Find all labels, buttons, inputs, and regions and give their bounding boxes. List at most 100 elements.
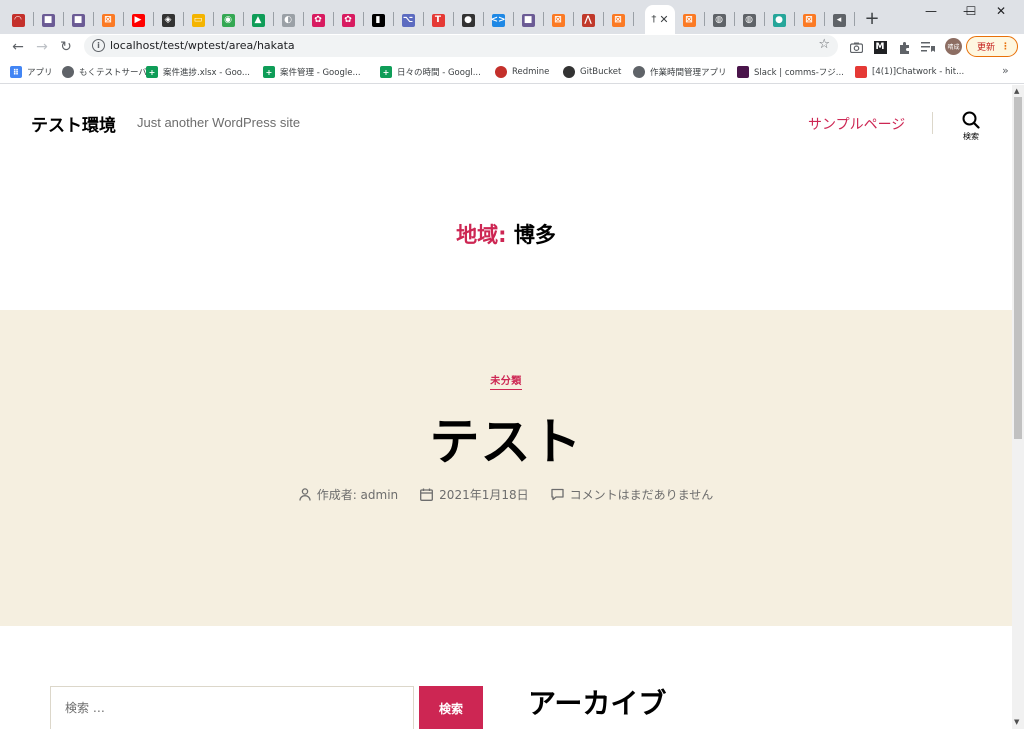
bookmark-star-icon[interactable]: ☆	[818, 37, 830, 52]
browser-tab[interactable]: ⊠	[544, 8, 572, 32]
post-author: 作成者: admin	[299, 486, 398, 503]
redmine-icon: ◠	[11, 13, 25, 27]
browser-tab[interactable]: ⊠	[795, 8, 823, 32]
browser-tab[interactable]: <>	[484, 8, 512, 32]
bookmark-label: 案件進捗.xlsx - Goo...	[163, 68, 250, 78]
green-circle-icon: ◉	[221, 13, 235, 27]
bookmark-label: Slack | comms-フジ...	[754, 68, 844, 78]
bookmark-item[interactable]: Slack | comms-フジ...	[737, 65, 844, 79]
browser-tab[interactable]: ✿	[334, 8, 362, 32]
post-date-text[interactable]: 2021年1月18日	[439, 486, 528, 503]
browser-tab[interactable]: ⋀	[574, 8, 602, 32]
tab-active[interactable]: † ✕	[645, 5, 675, 34]
browser-tab[interactable]: ◍	[705, 8, 733, 32]
tab-close-icon[interactable]: ✕	[659, 13, 668, 26]
browser-tab[interactable]: T	[424, 8, 452, 32]
scroll-up-icon[interactable]: ▲	[1014, 87, 1019, 95]
browser-tab[interactable]: ■	[514, 8, 542, 32]
m-extension-icon[interactable]: M	[873, 40, 887, 54]
update-label: 更新	[977, 43, 996, 53]
browser-tab[interactable]: ◐	[274, 8, 302, 32]
post-comments: コメントはまだありません	[550, 486, 714, 503]
close-window-icon[interactable]: ✕	[978, 0, 1024, 22]
forward-icon[interactable]: →	[32, 37, 52, 57]
puzzle-icon[interactable]	[897, 40, 911, 54]
site-title[interactable]: テスト環境	[31, 111, 116, 136]
browser-tab[interactable]: ▭	[184, 8, 212, 32]
archive-prefix: 地域:	[456, 223, 507, 247]
reading-list-icon[interactable]	[921, 40, 935, 54]
search-toggle-label: 検索	[963, 132, 979, 141]
browser-tab[interactable]: ▲	[244, 8, 272, 32]
fork-icon: ⌥	[401, 13, 415, 27]
browser-tab[interactable]: ⊠	[94, 8, 122, 32]
browser-tab[interactable]: ▶	[124, 8, 152, 32]
browser-tab[interactable]: ✿	[304, 8, 332, 32]
bookmark-item[interactable]: + 日々の時間 - Googl...	[380, 65, 481, 79]
box-icon: ■	[41, 13, 55, 27]
browser-tab[interactable]: ⌥	[394, 8, 422, 32]
browser-toolbar: ← → ↻ i localhost/test/wptest/area/hakat…	[0, 34, 1024, 60]
archive-term: 博多	[513, 223, 556, 247]
apps-icon: ⠿	[10, 66, 22, 78]
update-button[interactable]: 更新 ⋮	[966, 36, 1018, 57]
slack-icon	[737, 66, 749, 78]
post-author-text[interactable]: 作成者: admin	[317, 486, 398, 503]
post-category-link[interactable]: 未分類	[490, 376, 522, 390]
browser-tab[interactable]: ▮	[364, 8, 392, 32]
sheets-icon: +	[263, 66, 275, 78]
redmine-icon	[495, 66, 507, 78]
address-bar[interactable]: i localhost/test/wptest/area/hakata ☆	[84, 35, 838, 57]
browser-tab[interactable]: ◈	[154, 8, 182, 32]
search-submit-button[interactable]: 検索	[419, 686, 483, 729]
url-text[interactable]: localhost/test/wptest/area/hakata	[110, 39, 295, 52]
browser-tab[interactable]: ●	[454, 8, 482, 32]
nav-link-sample-page[interactable]: サンプルページ	[808, 114, 905, 134]
globe-icon	[633, 66, 645, 78]
post-meta: 作成者: admin 2021年1月18日 コメントはまだありません	[0, 486, 1012, 503]
info-icon[interactable]: i	[92, 39, 105, 52]
profile-avatar[interactable]: 晴成	[945, 38, 962, 55]
browser-tab[interactable]: ◂	[825, 8, 853, 32]
bookmark-item[interactable]: + 案件進捗.xlsx - Goo...	[146, 65, 250, 79]
scrollbar-thumb[interactable]	[1014, 97, 1022, 439]
post-entry: 未分類 テスト 作成者: admin 2021年1月18日 コメントはまだありま…	[0, 310, 1012, 626]
bookmark-item[interactable]: GitBucket	[563, 65, 621, 79]
more-bookmarks-icon[interactable]: »	[1002, 64, 1009, 77]
new-tab-button[interactable]: +	[862, 8, 882, 29]
bookmark-item[interactable]: [4(1)]Chatwork - hit...	[855, 65, 964, 79]
widget-search-field[interactable]	[50, 686, 414, 729]
browser-tab[interactable]: ⊠	[604, 8, 632, 32]
back-icon[interactable]: ←	[8, 37, 28, 57]
bookmark-item[interactable]: 作業時間管理アプリ	[633, 65, 727, 79]
browser-tab[interactable]: ■	[64, 8, 92, 32]
search-input[interactable]	[51, 687, 413, 729]
bookmark-label: GitBucket	[580, 67, 622, 77]
browser-tab[interactable]: ■	[34, 8, 62, 32]
bookmark-item[interactable]: ⠿ アプリ	[10, 65, 53, 79]
github-icon: ●	[461, 13, 475, 27]
site-description: Just another WordPress site	[137, 115, 301, 130]
bookmark-item[interactable]: Redmine	[495, 65, 549, 79]
box-icon: ■	[521, 13, 535, 27]
archive-widget-title: アーカイブ	[528, 687, 667, 720]
globe-icon: ◍	[742, 13, 756, 27]
browser-tab[interactable]: ◉	[214, 8, 242, 32]
t-icon: T	[431, 13, 445, 27]
post-comments-text[interactable]: コメントはまだありません	[570, 486, 714, 503]
browser-tab[interactable]: ◍	[735, 8, 763, 32]
bookmark-item[interactable]: + 案件管理 - Google...	[263, 65, 361, 79]
scrollbar[interactable]: ▲ ▼	[1012, 85, 1024, 729]
scroll-down-icon[interactable]: ▼	[1014, 718, 1019, 726]
browser-tab[interactable]: ●	[765, 8, 793, 32]
browser-tab[interactable]: ⊠	[675, 8, 703, 32]
bookmark-item[interactable]: もくテストサーバ	[62, 65, 147, 79]
xampp-icon: ⊠	[682, 13, 696, 27]
gitbucket-icon: ◈	[161, 13, 175, 27]
camera-icon[interactable]	[849, 40, 863, 54]
reload-icon[interactable]: ↻	[56, 37, 76, 57]
post-title[interactable]: テスト	[0, 402, 1012, 474]
browser-tab[interactable]: ◠	[4, 8, 32, 32]
bookmark-label: 作業時間管理アプリ	[650, 68, 727, 78]
search-toggle-button[interactable]: 検索	[956, 111, 986, 151]
